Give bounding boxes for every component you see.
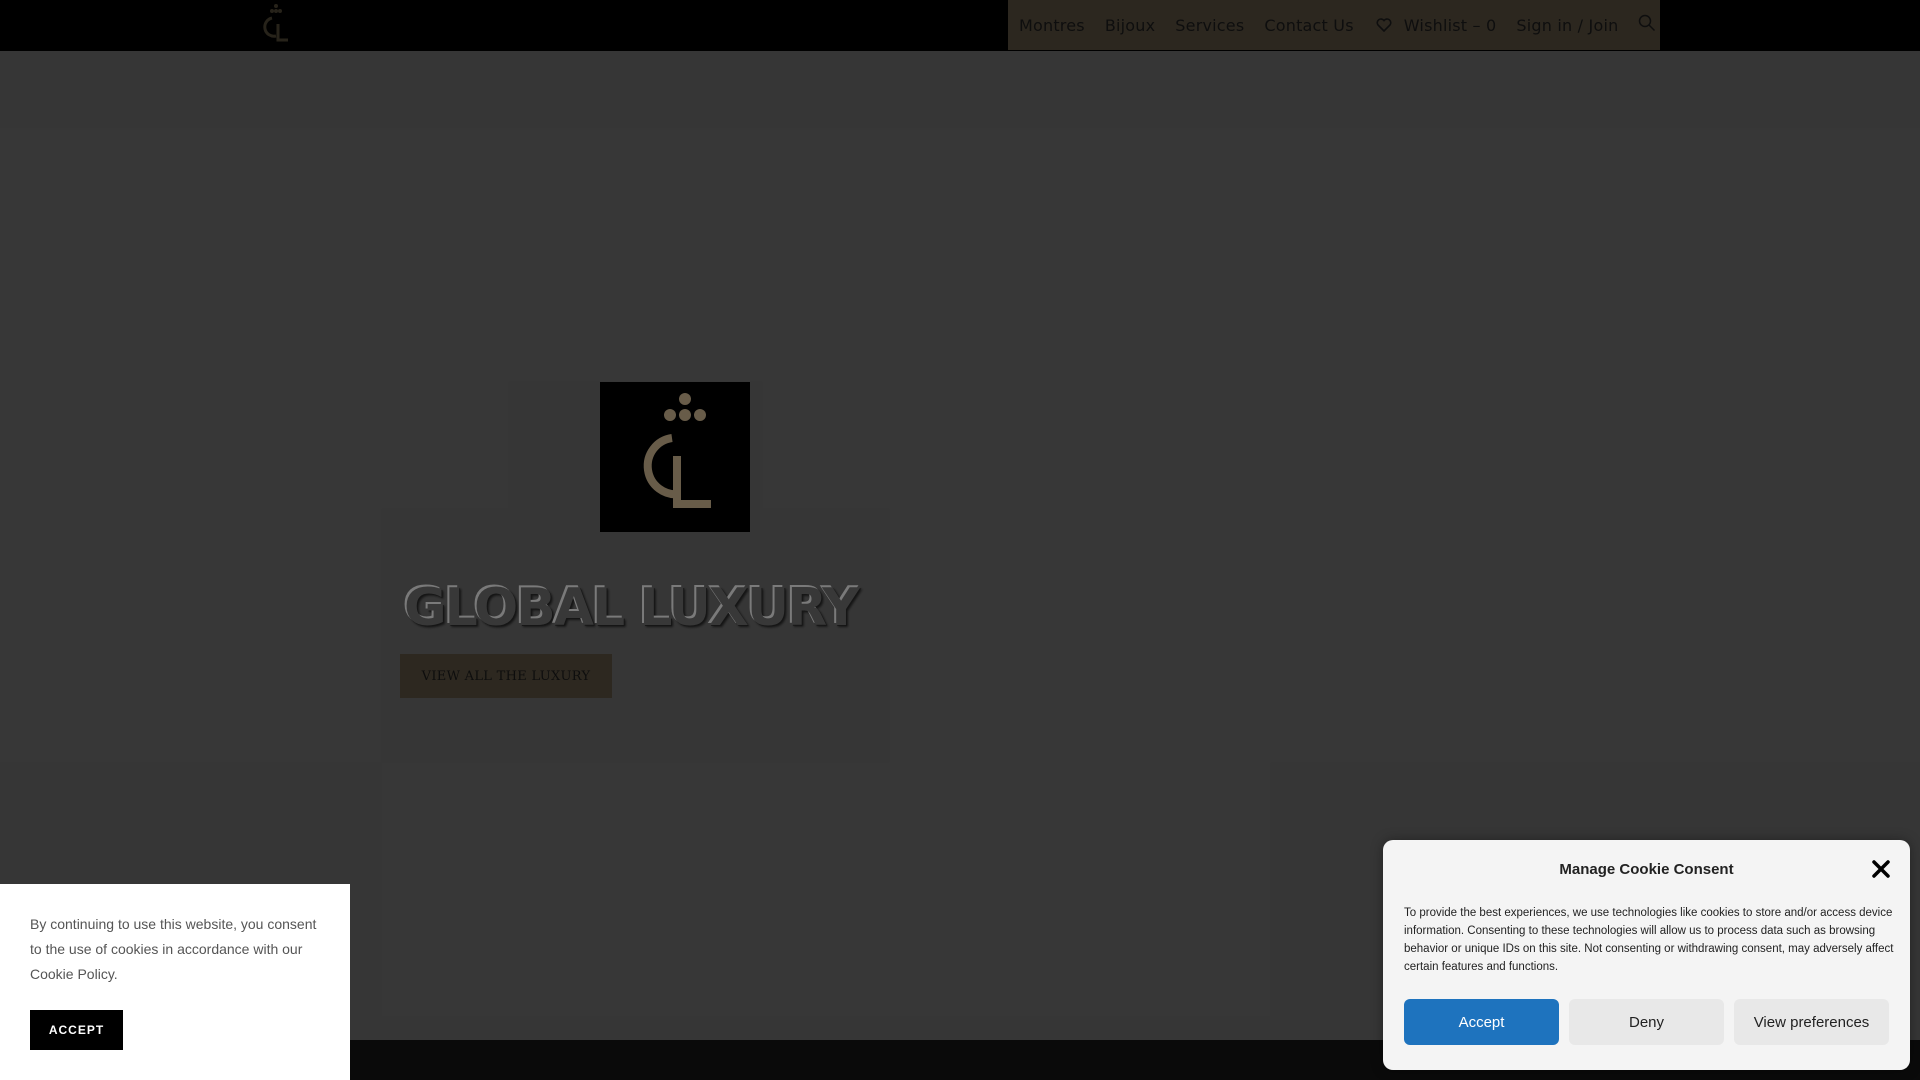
view-all-button[interactable]: VIEW ALL THE LUXURY xyxy=(400,654,612,698)
cookie-notice-text: By continuing to use this website, you c… xyxy=(30,912,330,987)
signin-link[interactable]: Sign in / Join xyxy=(1516,16,1618,35)
wishlist-label: Wishlist – 0 xyxy=(1403,15,1497,35)
cookie-accept-button[interactable]: ACCEPT xyxy=(30,1010,123,1050)
wishlist-link[interactable]: Wishlist – 0 xyxy=(1374,16,1497,35)
heart-icon xyxy=(1376,18,1392,32)
hero-logo xyxy=(600,382,750,532)
main-nav: Montres Bijoux Services Contact Us Wishl… xyxy=(1008,0,1660,50)
consent-deny-button[interactable]: Deny xyxy=(1569,999,1724,1045)
cookie-text-end: . xyxy=(113,966,118,982)
consent-body: To provide the best experiences, we use … xyxy=(1404,907,1894,973)
nav-item-services[interactable]: Services xyxy=(1175,16,1244,35)
cookie-consent-modal: Manage Cookie Consent To provide the bes… xyxy=(1383,840,1910,1070)
nav-item-bijoux[interactable]: Bijoux xyxy=(1105,16,1155,35)
close-icon[interactable] xyxy=(1870,858,1892,880)
top-bar: Montres Bijoux Services Contact Us Wishl… xyxy=(0,0,1920,51)
nav-item-montres[interactable]: Montres xyxy=(1019,16,1085,35)
consent-title: Manage Cookie Consent xyxy=(1559,861,1734,878)
cookie-policy-link[interactable]: Cookie Policy xyxy=(30,966,114,982)
brand-logo[interactable] xyxy=(258,2,294,50)
cookie-notice: By continuing to use this website, you c… xyxy=(0,884,350,1080)
hero-title: GLOBAL LUXURY xyxy=(404,578,860,638)
consent-accept-button[interactable]: Accept xyxy=(1404,999,1559,1045)
nav-item-contact[interactable]: Contact Us xyxy=(1264,16,1353,35)
gl-monogram-icon xyxy=(643,393,711,508)
cookie-text-main: By continuing to use this website, you c… xyxy=(30,916,317,957)
consent-preferences-button[interactable]: View preferences xyxy=(1734,999,1889,1045)
search-icon[interactable] xyxy=(1638,14,1656,32)
